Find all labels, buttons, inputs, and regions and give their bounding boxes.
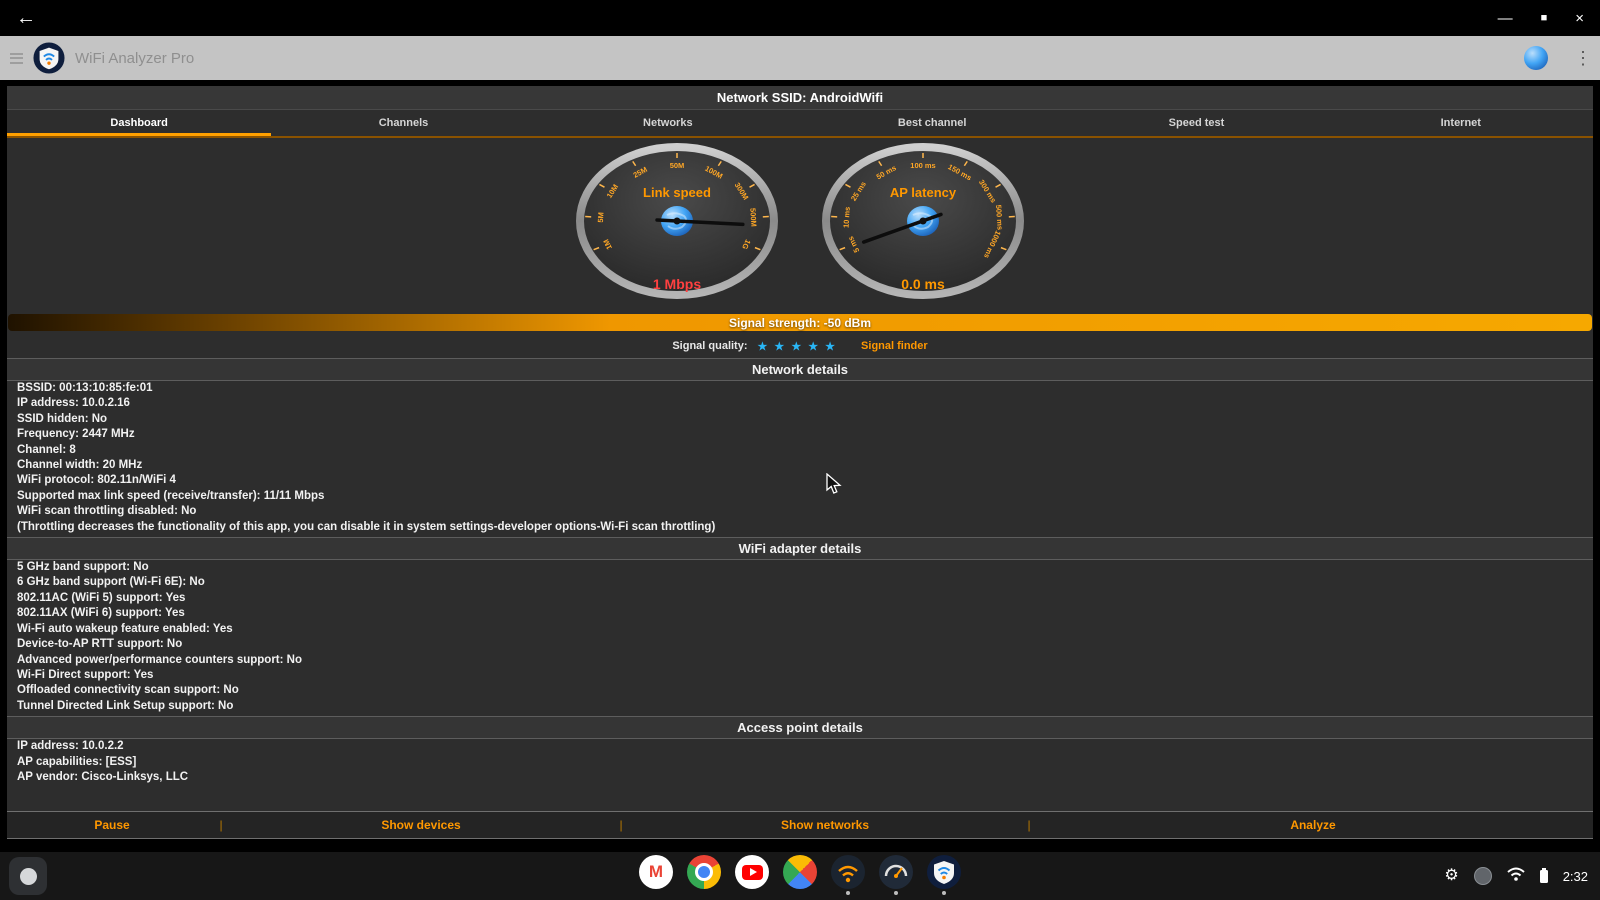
link-speed-gauge: 1M5M10M25M50M100M300M500M1G Link speed 1… <box>572 141 782 306</box>
gmail-icon[interactable]: M <box>639 855 673 895</box>
detail-line: WiFi protocol: 802.11n/WiFi 4 <box>7 473 1593 488</box>
detail-line: IP address: 10.0.2.2 <box>7 739 1593 754</box>
overflow-menu-icon[interactable]: ⋮ <box>1574 48 1590 69</box>
detail-line: Wi-Fi Direct support: Yes <box>7 668 1593 683</box>
gauges-row: 1M5M10M25M50M100M300M500M1G Link speed 1… <box>7 138 1593 308</box>
show-devices-button[interactable]: Show devices <box>225 818 617 832</box>
detail-line: Offloaded connectivity scan support: No <box>7 683 1593 698</box>
screen: ← — ■ × WiFi Analyzer Pro ⋮ Network SSID… <box>0 0 1600 900</box>
action-separator: | <box>1025 818 1033 832</box>
detail-line: Frequency: 2447 MHz <box>7 427 1593 442</box>
pause-button[interactable]: Pause <box>7 818 217 832</box>
detail-line: WiFi scan throttling disabled: No <box>7 504 1593 519</box>
svg-text:1 Mbps: 1 Mbps <box>653 276 701 292</box>
detail-line: Supported max link speed (receive/transf… <box>7 489 1593 504</box>
maximize-button[interactable]: ■ <box>1541 13 1548 24</box>
tab-best-channel[interactable]: Best channel <box>800 110 1064 136</box>
minimize-button[interactable]: — <box>1498 11 1513 26</box>
status-tray[interactable]: ⚙ 2:32 <box>1444 852 1588 900</box>
wifi-analyzer-pro-icon[interactable] <box>927 855 961 895</box>
avatar-icon[interactable] <box>1474 867 1492 885</box>
detail-line: AP capabilities: [ESS] <box>7 755 1593 770</box>
app-logo-icon <box>33 42 65 74</box>
globe-button[interactable] <box>1524 46 1548 70</box>
signal-finder-link[interactable]: Signal finder <box>861 340 928 352</box>
menu-icon[interactable] <box>10 53 23 64</box>
svg-text:AP latency: AP latency <box>890 185 957 200</box>
back-arrow-icon[interactable]: ← <box>16 8 36 28</box>
svg-text:Link speed: Link speed <box>643 185 711 200</box>
svg-text:100 ms: 100 ms <box>910 161 935 170</box>
svg-text:5M: 5M <box>596 212 606 223</box>
main-area: Network SSID: AndroidWifi DashboardChann… <box>0 80 1600 852</box>
tab-speed-test[interactable]: Speed test <box>1064 110 1328 136</box>
detail-line: AP vendor: Cisco-Linksys, LLC <box>7 770 1593 785</box>
launcher-button[interactable] <box>9 857 47 895</box>
detail-line: Channel width: 20 MHz <box>7 458 1593 473</box>
signal-strength-label: Signal strength: -50 dBm <box>729 316 871 330</box>
action-separator: | <box>217 818 225 832</box>
detail-line: SSID hidden: No <box>7 412 1593 427</box>
signal-quality-row: Signal quality: ★ ★ ★ ★ ★ Signal finder <box>7 336 1593 356</box>
close-button[interactable]: × <box>1575 11 1584 26</box>
photos-icon[interactable] <box>783 855 817 895</box>
ap-latency-gauge: 5 ms10 ms25 ms50 ms100 ms150 ms300 ms500… <box>818 141 1028 306</box>
youtube-icon[interactable] <box>735 855 769 895</box>
svg-text:50M: 50M <box>670 161 685 170</box>
shelf: M ⚙ 2:32 <box>0 852 1600 900</box>
action-separator: | <box>617 818 625 832</box>
svg-text:500M: 500M <box>748 208 758 227</box>
wifi-tool-2-icon[interactable] <box>879 855 913 895</box>
detail-line: Wi-Fi auto wakeup feature enabled: Yes <box>7 622 1593 637</box>
app-title: WiFi Analyzer Pro <box>75 50 194 67</box>
tab-dashboard[interactable]: Dashboard <box>7 110 271 136</box>
app-content: Network SSID: AndroidWifi DashboardChann… <box>7 86 1593 839</box>
svg-text:0.0 ms: 0.0 ms <box>901 276 945 292</box>
section-header-wifi-adapter-details: WiFi adapter details <box>7 537 1593 560</box>
clock[interactable]: 2:32 <box>1563 869 1588 884</box>
tab-channels[interactable]: Channels <box>271 110 535 136</box>
detail-line: 802.11AC (WiFi 5) support: Yes <box>7 591 1593 606</box>
detail-line: BSSID: 00:13:10:85:fe:01 <box>7 381 1593 396</box>
section-header-access-point-details: Access point details <box>7 716 1593 739</box>
action-bar: Pause|Show devices|Show networks|Analyze <box>7 811 1593 839</box>
analyze-button[interactable]: Analyze <box>1033 818 1593 832</box>
detail-line: Advanced power/performance counters supp… <box>7 653 1593 668</box>
detail-line: Channel: 8 <box>7 443 1593 458</box>
tab-bar: DashboardChannelsNetworksBest channelSpe… <box>7 110 1593 138</box>
signal-quality-label: Signal quality: <box>672 340 747 352</box>
svg-text:500 ms: 500 ms <box>994 204 1005 230</box>
battery-icon[interactable] <box>1540 870 1548 883</box>
detail-line: Tunnel Directed Link Setup support: No <box>7 699 1593 714</box>
tab-internet[interactable]: Internet <box>1329 110 1593 136</box>
show-networks-button[interactable]: Show networks <box>625 818 1025 832</box>
network-ssid-header: Network SSID: AndroidWifi <box>7 86 1593 110</box>
tab-networks[interactable]: Networks <box>536 110 800 136</box>
app-toolbar: WiFi Analyzer Pro ⋮ <box>0 36 1600 80</box>
signal-strength-bar: Signal strength: -50 dBm <box>8 314 1592 331</box>
chrome-icon[interactable] <box>687 855 721 895</box>
settings-gear-icon[interactable]: ⚙ <box>1444 868 1458 884</box>
detail-line: Device-to-AP RTT support: No <box>7 637 1593 652</box>
svg-text:10 ms: 10 ms <box>841 206 851 228</box>
details-area: Network detailsBSSID: 00:13:10:85:fe:01I… <box>7 356 1593 811</box>
shelf-apps: M <box>639 855 961 895</box>
detail-line: 802.11AX (WiFi 6) support: Yes <box>7 606 1593 621</box>
signal-quality-stars: ★ ★ ★ ★ ★ <box>758 340 838 353</box>
detail-line: IP address: 10.0.2.16 <box>7 396 1593 411</box>
detail-line: 5 GHz band support: No <box>7 560 1593 575</box>
window-titlebar: ← — ■ × <box>0 0 1600 36</box>
detail-line: 6 GHz band support (Wi-Fi 6E): No <box>7 575 1593 590</box>
wifi-tool-1-icon[interactable] <box>831 855 865 895</box>
section-header-network-details: Network details <box>7 358 1593 381</box>
wifi-status-icon[interactable] <box>1507 867 1525 886</box>
detail-line: (Throttling decreases the functionality … <box>7 520 1593 535</box>
